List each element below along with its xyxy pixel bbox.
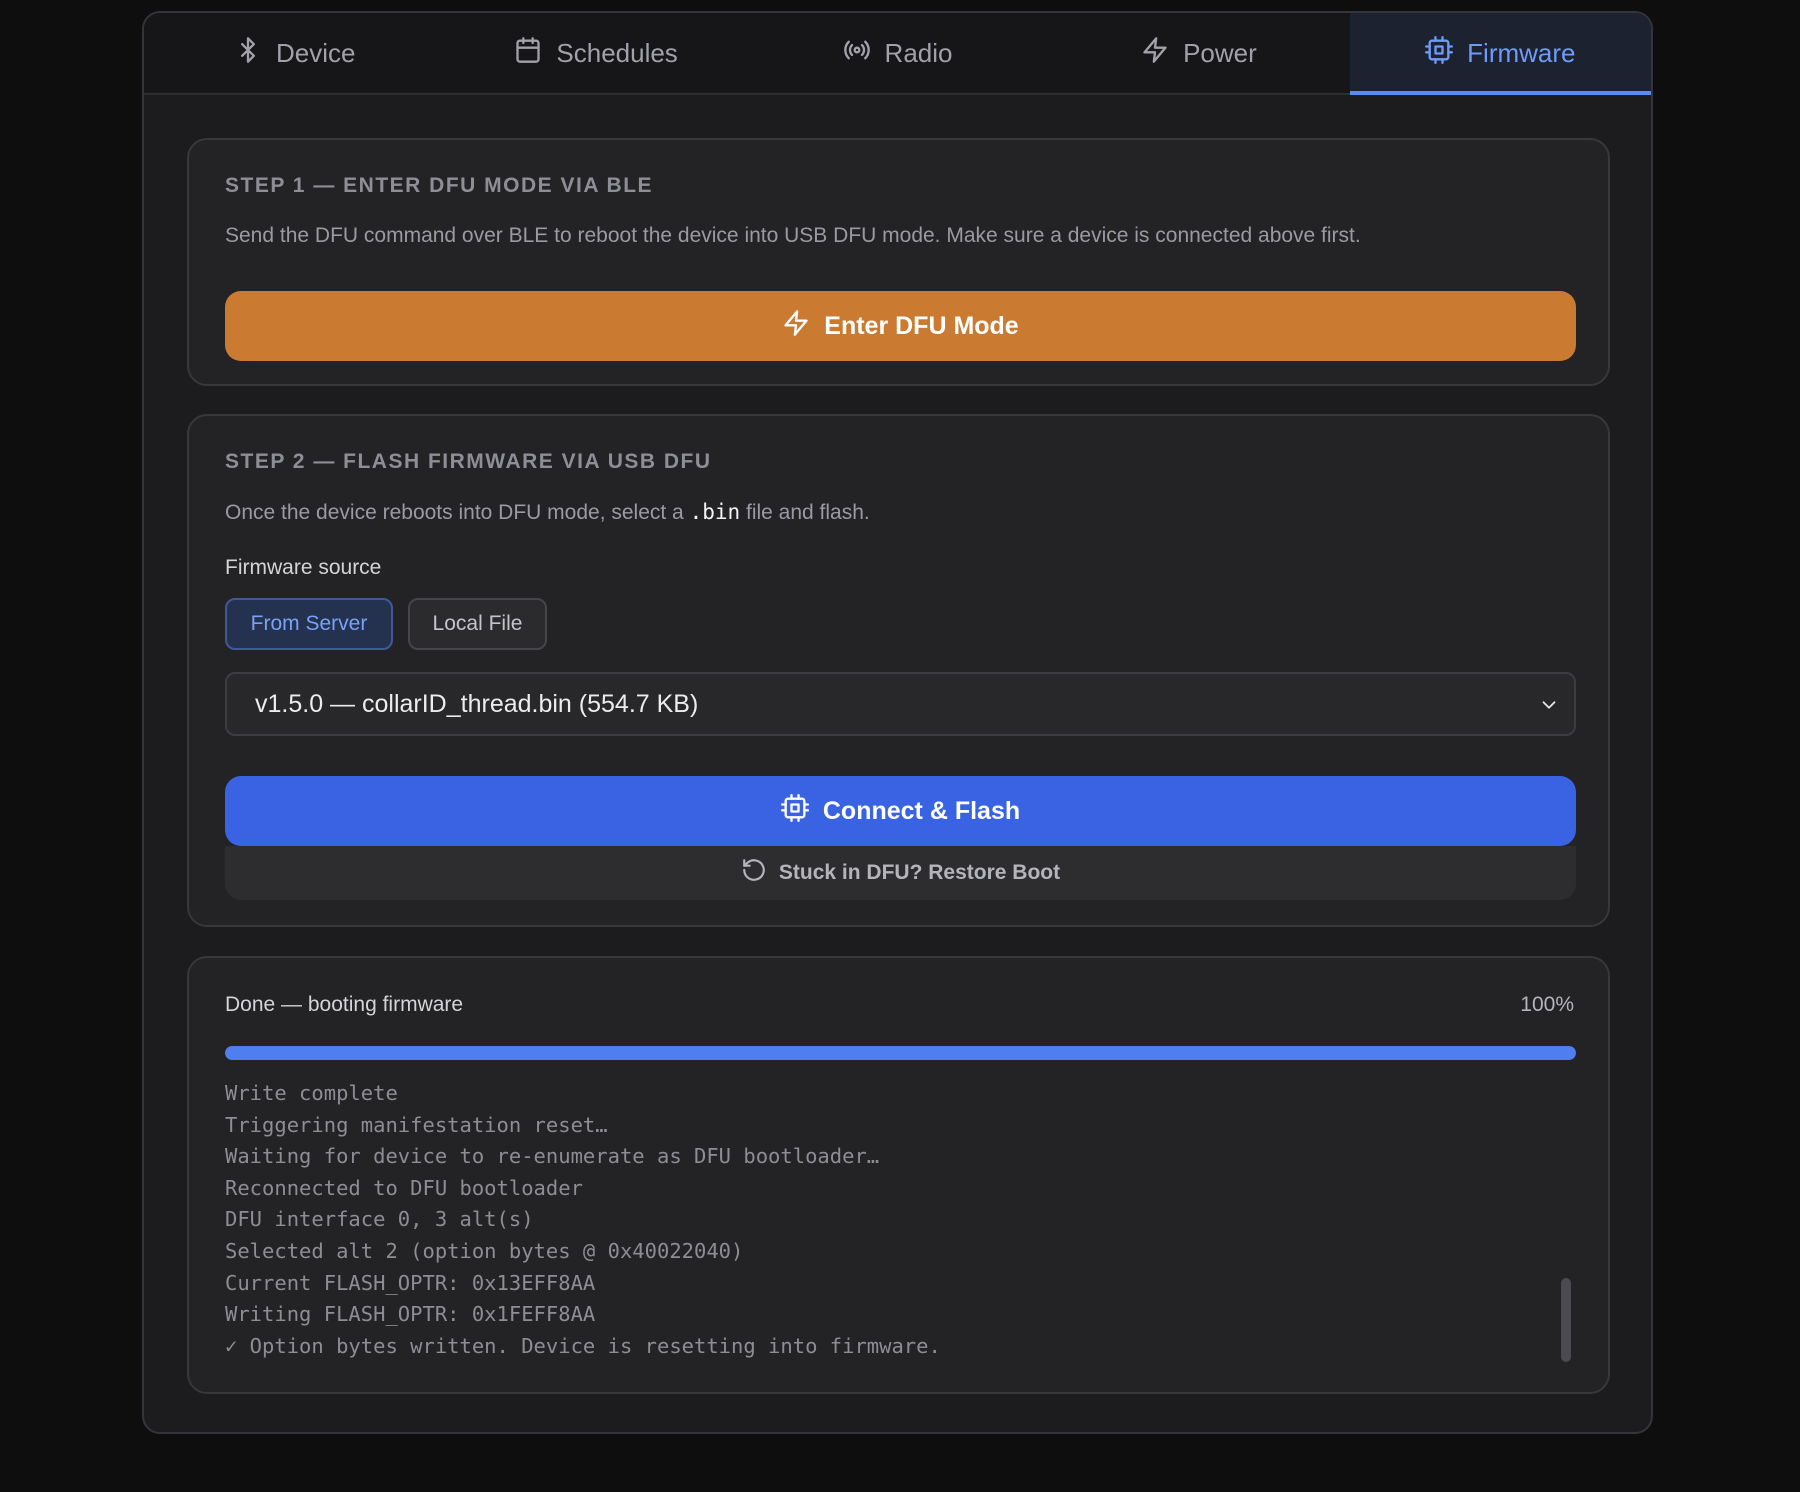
log-line: Selected alt 2 (option bytes @ 0x4002204…	[225, 1238, 744, 1263]
local-file-toggle[interactable]: Local File	[408, 598, 547, 650]
tab-label: Firmware	[1467, 37, 1576, 68]
connect-flash-button[interactable]: Connect & Flash	[225, 776, 1576, 846]
lightning-icon	[1141, 36, 1169, 71]
chip-icon	[780, 793, 809, 829]
tab-firmware[interactable]: Firmware	[1349, 13, 1651, 95]
progress-bar-fill	[225, 1046, 1576, 1060]
progress-status: Done — booting firmware	[225, 993, 464, 1016]
firmware-panel: Device Schedules Radio Power Firmware ST…	[142, 11, 1653, 1434]
selected-firmware-value: v1.5.0 — collarID_thread.bin (554.7 KB)	[255, 689, 699, 718]
tab-schedules[interactable]: Schedules	[445, 13, 746, 93]
log-line: Current FLASH_OPTR: 0x13EFF8AA	[225, 1270, 596, 1295]
tab-label: Power	[1183, 37, 1257, 68]
step2-card: STEP 2 — FLASH FIRMWARE VIA USB DFU Once…	[187, 414, 1610, 927]
tab-radio[interactable]: Radio	[747, 13, 1048, 93]
restore-boot-label: Stuck in DFU? Restore Boot	[778, 861, 1061, 884]
step1-card: STEP 1 — ENTER DFU MODE VIA BLE Send the…	[187, 138, 1610, 386]
bluetooth-icon	[234, 36, 262, 71]
calendar-icon	[514, 36, 542, 71]
flash-log: Write complete Triggering manifestation …	[225, 1078, 1525, 1362]
chip-icon	[1425, 35, 1454, 71]
tab-label: Device	[275, 37, 356, 68]
tab-label: Radio	[884, 37, 953, 68]
firmware-source-label: Firmware source	[225, 556, 382, 579]
log-line: Writing FLASH_OPTR: 0x1FEFF8AA	[225, 1302, 596, 1327]
enter-dfu-mode-button[interactable]: Enter DFU Mode	[225, 291, 1576, 361]
rotate-ccw-icon	[741, 857, 767, 889]
bin-extension-code: .bin	[689, 500, 741, 524]
log-line: Triggering manifestation reset…	[225, 1112, 608, 1137]
connect-flash-label: Connect & Flash	[822, 796, 1021, 825]
tab-device[interactable]: Device	[144, 13, 445, 93]
from-server-toggle[interactable]: From Server	[225, 598, 393, 650]
step1-title: STEP 1 — ENTER DFU MODE VIA BLE	[225, 174, 654, 197]
lightning-icon	[782, 309, 810, 344]
tab-label: Schedules	[556, 37, 678, 68]
chevron-down-icon	[1538, 694, 1560, 716]
log-line: ✓ Option bytes written. Device is resett…	[225, 1333, 941, 1358]
step2-description-after: file and flash.	[740, 501, 870, 524]
step2-description-before: Once the device reboots into DFU mode, s…	[225, 501, 690, 524]
progress-bar	[225, 1046, 1576, 1060]
tab-bar: Device Schedules Radio Power Firmware	[144, 13, 1651, 95]
step2-description: Once the device reboots into DFU mode, s…	[225, 500, 870, 525]
progress-percent: 100%	[1520, 993, 1574, 1016]
radio-icon	[843, 36, 871, 71]
log-line: Reconnected to DFU bootloader	[225, 1175, 583, 1200]
log-line: Waiting for device to re-enumerate as DF…	[225, 1144, 880, 1169]
tab-power[interactable]: Power	[1048, 13, 1349, 93]
firmware-version-select[interactable]: v1.5.0 — collarID_thread.bin (554.7 KB)	[225, 672, 1576, 736]
log-line: DFU interface 0, 3 alt(s)	[225, 1207, 534, 1232]
progress-card: Done — booting firmware 100% Write compl…	[187, 956, 1610, 1394]
step1-description: Send the DFU command over BLE to reboot …	[225, 224, 1361, 247]
log-scrollbar[interactable]	[1561, 1278, 1571, 1362]
step2-title: STEP 2 — FLASH FIRMWARE VIA USB DFU	[225, 450, 712, 473]
enter-dfu-mode-label: Enter DFU Mode	[824, 311, 1019, 340]
restore-boot-button[interactable]: Stuck in DFU? Restore Boot	[225, 846, 1576, 900]
log-line: Write complete	[225, 1081, 398, 1105]
